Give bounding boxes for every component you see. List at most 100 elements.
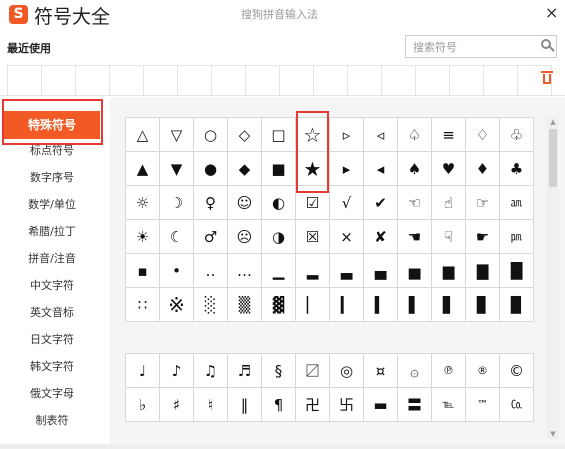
symbol-cell[interactable]: ▎: [330, 288, 364, 322]
symbol-cell[interactable]: ▏: [296, 288, 330, 322]
recent-slot[interactable]: [483, 65, 518, 96]
symbol-cell[interactable]: ◂: [364, 152, 398, 186]
recent-slot[interactable]: [109, 65, 144, 96]
symbol-cell[interactable]: ★: [296, 152, 330, 186]
symbol-cell[interactable]: ™: [466, 388, 500, 422]
symbol-cell[interactable]: ☺: [228, 186, 262, 220]
search-box[interactable]: [405, 35, 557, 59]
symbol-cell[interactable]: ✘: [364, 220, 398, 254]
symbol-cell[interactable]: ×: [330, 220, 364, 254]
symbol-cell[interactable]: □: [262, 118, 296, 152]
symbol-cell[interactable]: ♀: [194, 186, 228, 220]
symbol-cell[interactable]: ¶: [262, 388, 296, 422]
symbol-cell[interactable]: ¤: [364, 354, 398, 388]
category-item[interactable]: 韩文字符: [4, 356, 100, 378]
symbol-cell[interactable]: ♦: [466, 152, 500, 186]
symbol-cell[interactable]: █: [500, 254, 534, 288]
symbol-cell[interactable]: •: [160, 254, 194, 288]
search-input[interactable]: [411, 36, 540, 59]
recent-slot[interactable]: [313, 65, 348, 96]
recent-slot[interactable]: [415, 65, 450, 96]
symbol-cell[interactable]: √: [330, 186, 364, 220]
symbol-cell[interactable]: ☝: [432, 186, 466, 220]
category-item[interactable]: 俄文字母: [4, 383, 100, 405]
symbol-cell[interactable]: ‥: [194, 254, 228, 288]
symbol-cell[interactable]: ♭: [126, 388, 160, 422]
symbol-cell[interactable]: ㏂: [500, 186, 534, 220]
symbol-cell[interactable]: ☛: [466, 220, 500, 254]
category-item[interactable]: 特殊符号: [4, 111, 100, 139]
category-item[interactable]: 英文音标: [4, 302, 100, 324]
symbol-cell[interactable]: ▊: [466, 288, 500, 322]
scroll-thumb[interactable]: [549, 129, 557, 187]
symbol-cell[interactable]: ▸: [330, 152, 364, 186]
symbol-cell[interactable]: §: [262, 354, 296, 388]
symbol-cell[interactable]: ✔: [364, 186, 398, 220]
symbol-cell[interactable]: ♢: [466, 118, 500, 152]
symbol-cell[interactable]: ‖: [228, 388, 262, 422]
symbol-cell[interactable]: ▼: [160, 152, 194, 186]
category-item[interactable]: 制表符: [4, 410, 100, 432]
symbol-cell[interactable]: ▃: [330, 254, 364, 288]
symbol-cell[interactable]: 〼: [296, 354, 330, 388]
symbol-cell[interactable]: ▍: [364, 288, 398, 322]
symbol-cell[interactable]: ☼: [126, 186, 160, 220]
symbol-cell[interactable]: ㏇: [500, 388, 534, 422]
symbol-cell[interactable]: ◃: [364, 118, 398, 152]
symbol-cell[interactable]: ♠: [398, 152, 432, 186]
scroll-down-icon[interactable]: ▼: [547, 429, 559, 439]
scroll-up-icon[interactable]: ▲: [547, 117, 559, 127]
symbol-cell[interactable]: ○: [194, 118, 228, 152]
symbol-cell[interactable]: ▆: [432, 254, 466, 288]
symbol-cell[interactable]: ※: [160, 288, 194, 322]
symbol-cell[interactable]: ☜: [398, 186, 432, 220]
symbol-cell[interactable]: ▲: [126, 152, 160, 186]
symbol-cell[interactable]: ≡: [432, 118, 466, 152]
symbol-cell[interactable]: ☟: [432, 220, 466, 254]
category-item[interactable]: 标点符号: [4, 140, 100, 162]
symbol-cell[interactable]: ☒: [296, 220, 330, 254]
symbol-cell[interactable]: ▽: [160, 118, 194, 152]
symbol-cell[interactable]: ▓: [262, 288, 296, 322]
symbol-cell[interactable]: ☞: [466, 186, 500, 220]
symbol-cell[interactable]: ▬: [364, 388, 398, 422]
symbol-cell[interactable]: ☽: [160, 186, 194, 220]
recent-slot[interactable]: [347, 65, 382, 96]
symbol-cell[interactable]: ☀: [126, 220, 160, 254]
symbol-cell[interactable]: ㏘: [500, 220, 534, 254]
symbol-cell[interactable]: ☹: [228, 220, 262, 254]
symbol-cell[interactable]: ♤: [398, 118, 432, 152]
symbol-cell[interactable]: ℗: [432, 354, 466, 388]
category-item[interactable]: 拼音/注音: [4, 248, 100, 270]
recent-slot[interactable]: [7, 65, 42, 96]
symbol-cell[interactable]: ▌: [398, 288, 432, 322]
category-item[interactable]: 希腊/拉丁: [4, 221, 100, 243]
symbol-cell[interactable]: ♮: [194, 388, 228, 422]
symbol-cell[interactable]: 〓: [398, 388, 432, 422]
symbol-cell[interactable]: ▒: [228, 288, 262, 322]
symbol-cell[interactable]: ♥: [432, 152, 466, 186]
recent-slot[interactable]: [381, 65, 416, 96]
symbol-cell[interactable]: ▅: [398, 254, 432, 288]
symbol-cell[interactable]: ۞: [398, 354, 432, 388]
symbol-cell[interactable]: △: [126, 118, 160, 152]
recent-slot[interactable]: [279, 65, 314, 96]
scrollbar[interactable]: ▲ ▼: [547, 117, 559, 439]
symbol-cell[interactable]: ☑: [296, 186, 330, 220]
symbol-cell[interactable]: ▇: [466, 254, 500, 288]
symbol-cell[interactable]: ◆: [228, 152, 262, 186]
symbol-cell[interactable]: ▉: [500, 288, 534, 322]
category-item[interactable]: 数学/单位: [4, 194, 100, 216]
symbol-cell[interactable]: …: [228, 254, 262, 288]
symbol-cell[interactable]: ░: [194, 288, 228, 322]
symbol-cell[interactable]: ●: [194, 152, 228, 186]
recent-slot[interactable]: [75, 65, 110, 96]
symbol-cell[interactable]: ▋: [432, 288, 466, 322]
symbol-cell[interactable]: ▹: [330, 118, 364, 152]
symbol-cell[interactable]: ▁: [262, 254, 296, 288]
symbol-cell[interactable]: ♬: [228, 354, 262, 388]
symbol-cell[interactable]: ☆: [296, 118, 330, 152]
recent-slot[interactable]: [211, 65, 246, 96]
category-item[interactable]: 日文字符: [4, 329, 100, 351]
symbol-cell[interactable]: ▄: [364, 254, 398, 288]
